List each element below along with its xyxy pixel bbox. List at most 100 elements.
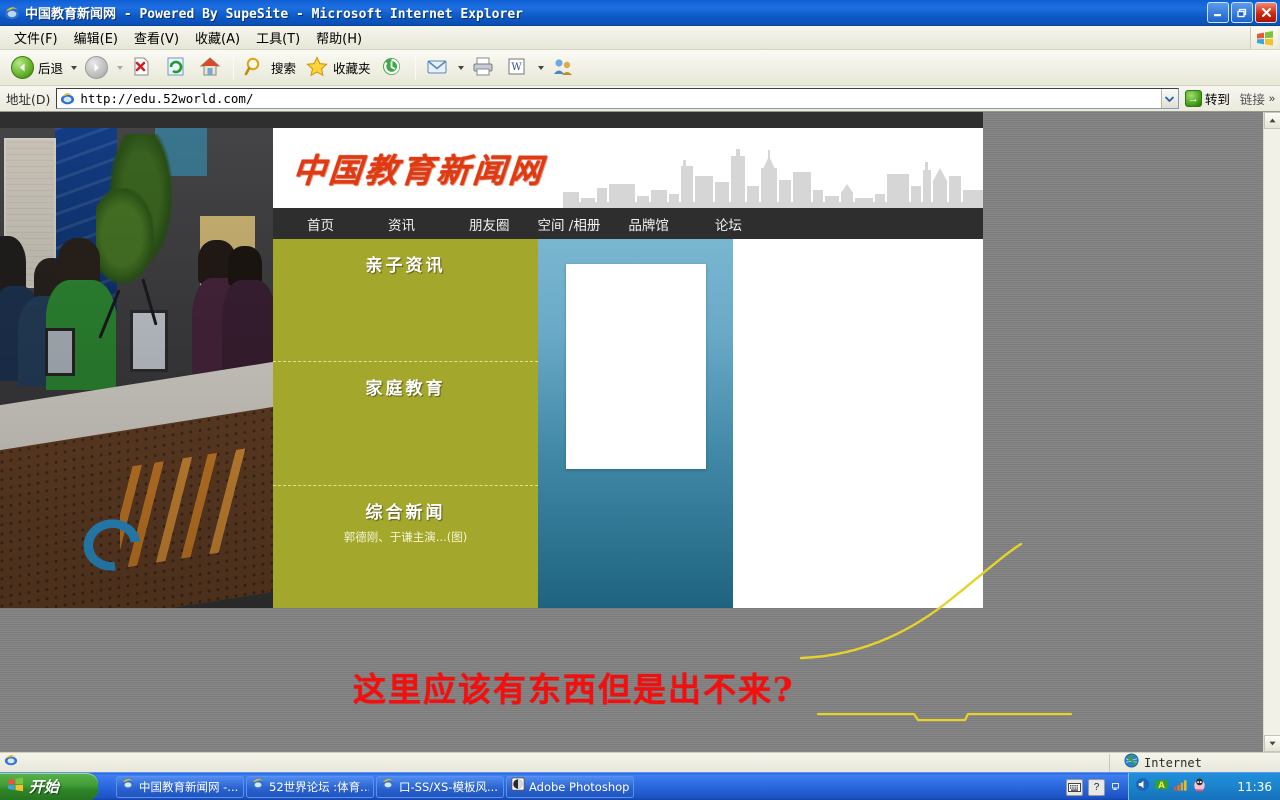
mail-button[interactable] — [421, 53, 455, 83]
stop-button[interactable] — [126, 53, 160, 83]
status-zone-label: Internet — [1144, 755, 1202, 770]
close-button[interactable] — [1255, 2, 1277, 23]
site-logo[interactable]: 中国教育新闻网 — [291, 144, 547, 192]
annotation-text: 这里应该有东西但是出不来? — [353, 670, 795, 709]
studio-photo — [0, 128, 273, 608]
windows-logo-icon — [7, 776, 24, 797]
history-button[interactable] — [376, 53, 410, 83]
section-general-news-subtitle[interactable]: 郭德刚、于谦主演...(图) — [344, 529, 467, 545]
refresh-icon — [165, 56, 189, 80]
language-a-icon[interactable]: A — [1154, 777, 1169, 797]
desktop-root: 中国教育新闻网 - Powered By SupeSite - Microsof… — [0, 0, 1280, 800]
window-title: 中国教育新闻网 - Powered By SupeSite - Microsof… — [25, 7, 523, 22]
nav-space-album[interactable]: 空间 /相册 — [532, 214, 607, 234]
back-label: 后退 — [38, 61, 64, 76]
start-button[interactable]: 开始 — [0, 772, 98, 800]
minimize-button[interactable] — [1207, 2, 1229, 23]
menu-edit[interactable]: 编辑(E) — [66, 26, 126, 49]
section-general-news[interactable]: 综合新闻 郭德刚、于谦主演...(图) — [273, 484, 538, 608]
window-titlebar[interactable]: 中国教育新闻网 - Powered By SupeSite - Microsof… — [0, 0, 1280, 26]
forward-history-chevron-down-icon — [117, 65, 124, 70]
go-label: 转到 — [1204, 92, 1230, 107]
nav-brand[interactable]: 品牌馆 — [622, 214, 675, 234]
column-feature — [538, 239, 733, 608]
signal-icon[interactable] — [1173, 778, 1188, 797]
column-categories: 亲子资讯 家庭教育 综合新闻 郭德刚、于谦主演...(图) — [273, 239, 538, 608]
browser-toolbar: 后退 搜索 收藏夹 W — [0, 50, 1280, 86]
status-bar: Internet — [0, 752, 1280, 772]
site-content: 中国教育新闻网 首页 资讯 朋友圈 空间 /相册 品牌馆 论坛 亲子资讯 家庭教… — [273, 128, 983, 608]
nav-friends[interactable]: 朋友圈 — [463, 214, 516, 234]
search-label: 搜索 — [271, 61, 297, 76]
maximize-button[interactable] — [1231, 2, 1253, 23]
task-photoshop[interactable]: Adobe Photoshop — [506, 775, 634, 798]
task-label: Adobe Photoshop — [529, 779, 629, 794]
qq-icon[interactable] — [1192, 777, 1207, 797]
favorites-label: 收藏夹 — [333, 61, 371, 76]
web-page: 中国教育新闻网 首页 资讯 朋友圈 空间 /相册 品牌馆 论坛 亲子资讯 家庭教… — [0, 112, 983, 608]
toolbar-separator-1 — [233, 55, 235, 80]
messenger-button[interactable] — [547, 53, 581, 83]
address-chevron-down-icon[interactable] — [1160, 89, 1178, 108]
menu-file[interactable]: 文件(F) — [6, 26, 66, 49]
task-ie-template[interactable]: 口-SS/XS-模板风... — [376, 775, 504, 798]
back-button[interactable]: 后退 — [6, 53, 68, 83]
clock[interactable]: 11:36 — [1237, 780, 1280, 794]
back-history-chevron-down-icon[interactable] — [71, 65, 78, 70]
mail-icon — [426, 56, 450, 80]
feature-placeholder-box — [565, 264, 706, 469]
magnifier-icon — [244, 56, 268, 80]
messenger-icon — [552, 56, 576, 80]
home-button[interactable] — [194, 53, 228, 83]
scroll-down-icon[interactable] — [1264, 735, 1280, 752]
svg-text:W: W — [511, 62, 522, 73]
section-family-education[interactable]: 家庭教育 — [273, 361, 538, 484]
print-button[interactable] — [467, 53, 501, 83]
site-header: 中国教育新闻网 — [273, 128, 983, 208]
mail-chevron-down-icon[interactable] — [457, 65, 464, 70]
vertical-scrollbar[interactable] — [1263, 112, 1280, 752]
nav-home[interactable]: 首页 — [301, 214, 340, 234]
nav-news[interactable]: 资讯 — [382, 214, 421, 234]
ie-icon — [4, 5, 20, 21]
stop-icon — [131, 56, 155, 80]
section-parenting-title: 亲子资讯 — [365, 256, 446, 276]
task-ie-jyxww[interactable]: 中国教育新闻网 -... — [116, 775, 244, 798]
address-input[interactable]: http://edu.52world.com/ — [56, 88, 1179, 109]
menu-help[interactable]: 帮助(H) — [308, 26, 370, 49]
security-zone[interactable]: Internet — [1110, 752, 1280, 773]
ie-icon — [381, 777, 395, 796]
edit-button[interactable]: W — [501, 53, 535, 83]
keyboard-icon[interactable] — [1066, 778, 1083, 796]
go-arrow-icon: → — [1184, 90, 1202, 107]
back-arrow-icon — [11, 55, 35, 80]
links-label[interactable]: 链接 — [1236, 89, 1269, 108]
favorites-button[interactable]: 收藏夹 — [301, 53, 376, 83]
ie-icon — [251, 777, 265, 796]
menu-tools[interactable]: 工具(T) — [248, 26, 308, 49]
forward-button[interactable] — [80, 53, 114, 83]
menu-view[interactable]: 查看(V) — [126, 26, 187, 49]
language-bar[interactable]: ? — [1066, 775, 1120, 799]
volume-icon[interactable] — [1135, 777, 1150, 797]
go-button[interactable]: → 转到 — [1179, 88, 1236, 110]
search-button[interactable]: 搜索 — [239, 53, 301, 83]
status-message-area — [0, 753, 1110, 772]
task-ie-52world[interactable]: 52世界论坛 :体育... — [246, 775, 374, 798]
section-parenting[interactable]: 亲子资讯 — [273, 239, 538, 361]
windows-flag-icon — [1250, 27, 1278, 49]
page-viewport: 中国教育新闻网 首页 资讯 朋友圈 空间 /相册 品牌馆 论坛 亲子资讯 家庭教… — [0, 112, 1263, 752]
edit-chevron-down-icon[interactable] — [537, 65, 544, 70]
scroll-up-icon[interactable] — [1264, 112, 1280, 129]
refresh-button[interactable] — [160, 53, 194, 83]
ie-icon — [121, 777, 135, 796]
nav-forum[interactable]: 论坛 — [709, 214, 748, 234]
page-top-strip — [0, 112, 983, 128]
restore-icon[interactable] — [1110, 782, 1120, 792]
links-overflow-icon[interactable]: » — [1269, 93, 1278, 105]
help-icon[interactable]: ? — [1088, 778, 1105, 796]
svg-text:A: A — [1158, 780, 1165, 790]
menu-favorites[interactable]: 收藏(A) — [187, 26, 248, 49]
home-icon — [199, 56, 223, 80]
taskbar: 开始 中国教育新闻网 -... 52世界论坛:体育... 口-SS/XS-模板… — [0, 772, 1280, 800]
